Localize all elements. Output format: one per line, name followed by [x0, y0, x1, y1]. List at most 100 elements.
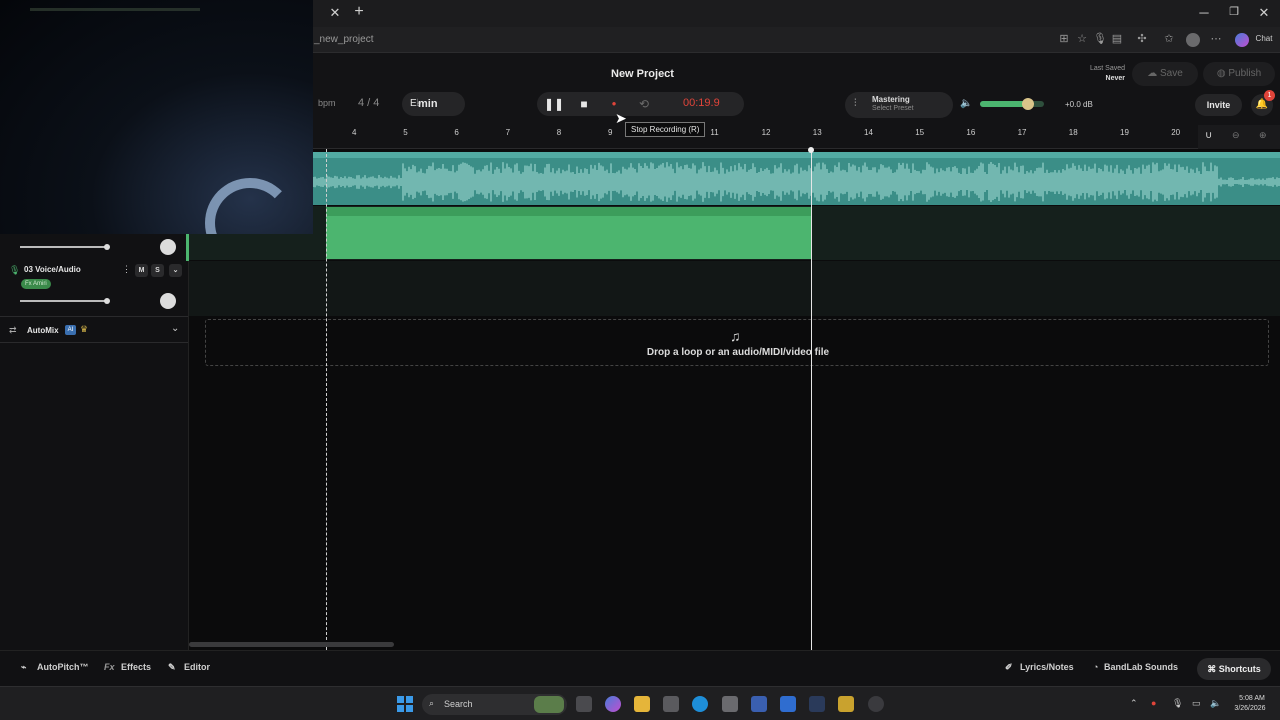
tray-volume-icon[interactable]: 🔈 — [1210, 698, 1221, 709]
stop-button[interactable]: ■ — [570, 92, 598, 116]
publish-button[interactable]: ◍ Publish — [1203, 62, 1275, 86]
mastering-button[interactable]: ⫶ Mastering Select Preset — [845, 92, 953, 118]
app-available-icon[interactable]: ⊞ — [1058, 33, 1070, 45]
fx-tag[interactable]: Fx Amiri — [21, 279, 51, 289]
transport-controls: ❚❚ ■ ● ⟲ 00:19.9 — [537, 92, 744, 116]
bandlab-sounds-button[interactable]: BandLab Sounds — [1104, 662, 1178, 672]
ruler-bar-15: 15 — [915, 128, 925, 137]
copilot-icon[interactable] — [1235, 33, 1249, 47]
pause-button[interactable]: ❚❚ — [540, 92, 568, 116]
taskbar-search[interactable]: ⌕ Search — [422, 694, 567, 715]
lyrics-notes-button[interactable]: Lyrics/Notes — [1020, 662, 1074, 672]
key-icon: E♭ — [410, 98, 422, 109]
start-windows-icon[interactable] — [397, 696, 413, 712]
track-volume-handle[interactable] — [104, 244, 110, 250]
automix-chevron-icon[interactable]: ⌄ — [171, 323, 179, 334]
globe-icon: ◍ — [1216, 68, 1229, 79]
master-volume-slider[interactable] — [980, 98, 1044, 110]
invite-button[interactable]: Invite — [1195, 94, 1242, 116]
save-label: Save — [1159, 68, 1183, 79]
drop-zone[interactable]: ♫ Drop a loop or an audio/MIDI/video fil… — [205, 319, 1269, 366]
recording-region-header — [326, 207, 812, 216]
speaker-mute-icon[interactable]: 🔈 — [960, 98, 972, 109]
mute-button[interactable]: M — [135, 264, 148, 277]
task-view-icon[interactable] — [576, 696, 592, 712]
file-explorer-icon[interactable] — [634, 696, 650, 712]
vscode-icon[interactable] — [751, 696, 767, 712]
publish-label: Publish — [1228, 68, 1262, 79]
zoom-in-icon[interactable]: ⊕ — [1259, 130, 1267, 141]
pan-knob[interactable] — [160, 239, 176, 255]
windows-taskbar: ⌕ Search ⌃ ● 🎙 ▭ 🔈 5:08 AM 3/26/2026 — [0, 686, 1280, 720]
key-button[interactable]: min E♭ — [402, 92, 465, 116]
autopitch-button[interactable]: AutoPitch™ — [37, 662, 89, 672]
minimize-window-button[interactable]: ─ — [1194, 5, 1214, 20]
app-header: New Project bpm 4 / 4 min E♭ ❚❚ ■ ● ⟲ 00… — [313, 53, 1280, 125]
zoom-out-icon[interactable]: ⊖ — [1232, 130, 1240, 141]
timer-display: 00:19.9 — [683, 97, 720, 109]
url-text[interactable]: _new_project — [314, 34, 373, 45]
app-icon[interactable] — [663, 696, 679, 712]
magnet-icon[interactable]: ∪ — [1205, 130, 1212, 141]
restore-window-button[interactable]: ❐ — [1224, 5, 1244, 18]
microphone-icon[interactable]: 🎙 — [1093, 33, 1107, 45]
favorite-star-icon[interactable]: ☆ — [1076, 33, 1088, 45]
close-tab-button[interactable]: ✕ — [325, 5, 345, 21]
track-lanes[interactable]: ♫ Drop a loop or an audio/MIDI/video fil… — [189, 147, 1280, 650]
time-signature[interactable]: 4 / 4 — [358, 97, 379, 109]
app-icon-2[interactable] — [868, 696, 884, 712]
store-icon[interactable] — [722, 696, 738, 712]
ruler-bar-17: 17 — [1017, 128, 1027, 137]
rockstar-icon[interactable] — [838, 696, 854, 712]
tray-chevron-icon[interactable]: ⌃ — [1130, 698, 1138, 709]
taskbar-time[interactable]: 5:08 AM — [1232, 695, 1272, 702]
track-name[interactable]: 03 Voice/Audio — [24, 265, 81, 274]
chevron-down-icon[interactable]: ⌄ — [169, 264, 182, 277]
steam-icon[interactable] — [809, 696, 825, 712]
track-volume-slider[interactable] — [20, 246, 107, 248]
chat-button[interactable]: Chat — [1252, 33, 1276, 45]
track-menu-icon[interactable]: ⋮ — [122, 264, 131, 275]
pan-knob-2[interactable] — [160, 293, 176, 309]
search-placeholder: Search — [444, 699, 473, 709]
effects-button[interactable]: Effects — [121, 662, 151, 672]
horizontal-scrollbar[interactable] — [189, 642, 394, 647]
ruler-bar-5: 5 — [403, 128, 408, 137]
shortcuts-button[interactable]: ⌘ Shortcuts — [1197, 658, 1271, 680]
music-note-icon: ♫ — [730, 328, 741, 344]
track-volume-slider-2[interactable] — [20, 300, 107, 302]
project-title[interactable]: New Project — [611, 68, 674, 80]
track-volume-handle-2[interactable] — [104, 298, 110, 304]
playhead[interactable] — [811, 149, 812, 650]
tray-app-icon[interactable]: ● — [1151, 698, 1156, 708]
master-volume-knob[interactable] — [1022, 98, 1034, 110]
copilot-app-icon[interactable] — [605, 696, 621, 712]
reader-icon[interactable]: ▤ — [1111, 33, 1123, 45]
save-button[interactable]: ☁ Save — [1132, 62, 1198, 86]
edge-browser-icon[interactable] — [692, 696, 708, 712]
loop-start-marker[interactable] — [326, 149, 327, 650]
playhead-handle[interactable] — [808, 147, 814, 153]
autopitch-icon: ⌁ — [21, 662, 27, 672]
track-lane-3[interactable] — [189, 261, 1280, 316]
tray-network-icon[interactable]: ▭ — [1192, 698, 1201, 709]
solo-button[interactable]: S — [151, 264, 164, 277]
audio-region-header — [313, 152, 1280, 158]
timeline-ruler[interactable]: 4567891011121314151617181920 — [313, 125, 1198, 149]
tray-mic-icon[interactable]: 🎙 — [1172, 698, 1183, 709]
new-tab-button[interactable]: + — [349, 3, 369, 21]
ruler-bar-9: 9 — [608, 128, 613, 137]
favorites-icon[interactable]: ✩ — [1163, 33, 1175, 45]
mail-icon[interactable] — [780, 696, 796, 712]
bpm-label[interactable]: bpm — [318, 98, 336, 108]
divider — [0, 316, 188, 317]
extensions-icon[interactable]: ✣ — [1136, 33, 1148, 45]
more-menu-icon[interactable]: ⋯ — [1210, 33, 1222, 45]
profile-avatar[interactable] — [1186, 33, 1200, 47]
track-header-panel: 🎙 03 Voice/Audio Fx Amiri ⋮ M S ⌄ ⇄ Auto… — [0, 234, 189, 650]
taskbar-date[interactable]: 3/26/2026 — [1228, 705, 1272, 712]
loop-button[interactable]: ⟲ — [630, 92, 658, 116]
close-window-button[interactable]: ✕ — [1254, 5, 1274, 21]
automix-label[interactable]: AutoMix — [27, 326, 59, 335]
editor-button[interactable]: Editor — [184, 662, 210, 672]
